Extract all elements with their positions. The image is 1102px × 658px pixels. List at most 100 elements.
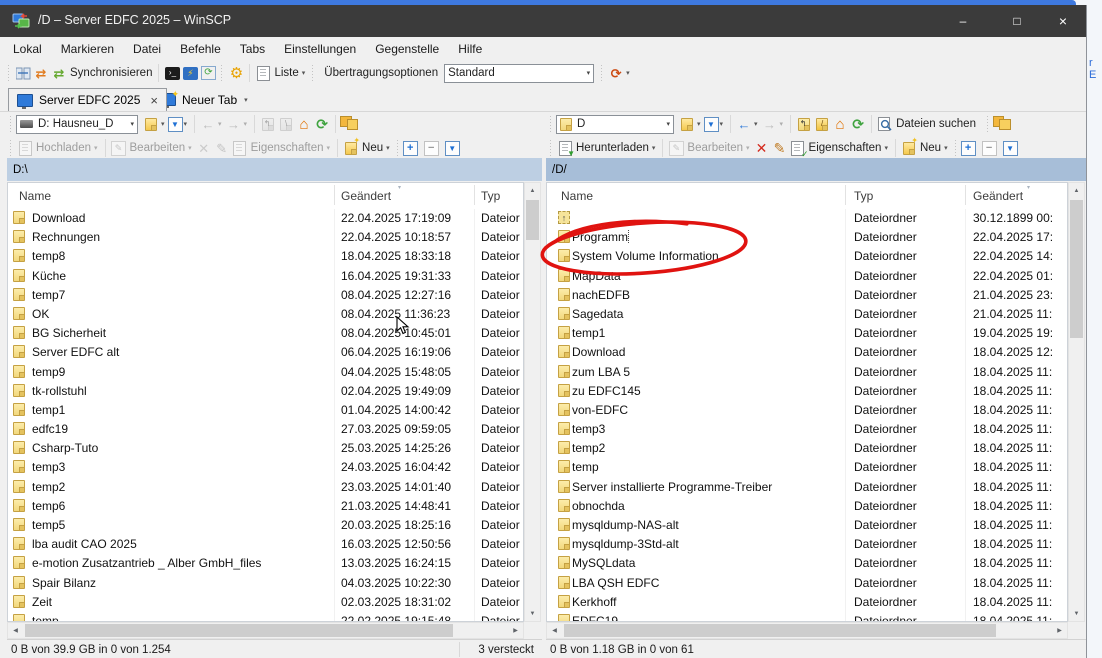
sync-browsing-icon[interactable]: ⇄ bbox=[32, 64, 50, 82]
toolbar-grip[interactable] bbox=[311, 65, 315, 81]
file-row[interactable]: EDFC19Dateiordner18.04.2025 11: bbox=[547, 612, 1067, 621]
download-icon[interactable]: ▼ bbox=[556, 139, 574, 157]
right-path-bar[interactable]: /D/ bbox=[546, 158, 1086, 181]
select-add-icon[interactable]: + bbox=[961, 141, 976, 156]
file-row[interactable]: lba audit CAO 202516.03.2025 12:50:56Dat… bbox=[8, 535, 523, 554]
toolbar-grip[interactable] bbox=[986, 116, 990, 132]
tab-close-icon[interactable]: × bbox=[150, 93, 158, 108]
toolbar-grip[interactable] bbox=[7, 65, 11, 81]
file-row[interactable]: temp3Dateiordner18.04.2025 11: bbox=[547, 420, 1067, 439]
refresh-icon[interactable]: ⟳ bbox=[849, 115, 867, 133]
column-header-name[interactable]: Name bbox=[561, 189, 593, 203]
select-remove-icon[interactable]: − bbox=[424, 141, 439, 156]
forward-icon[interactable]: → bbox=[761, 115, 779, 133]
file-row[interactable]: zu EDFC145Dateiordner18.04.2025 11: bbox=[547, 382, 1067, 401]
file-row[interactable]: obnochdaDateiordner18.04.2025 11: bbox=[547, 497, 1067, 516]
preferences-gear-icon[interactable]: ⚙ bbox=[227, 64, 245, 82]
delete-icon[interactable]: ✕ bbox=[195, 139, 213, 157]
console-icon[interactable]: ›_ bbox=[163, 64, 181, 82]
edit-button[interactable]: Bearbeiten bbox=[687, 142, 743, 154]
root-directory-icon[interactable]: / bbox=[813, 115, 831, 133]
back-icon[interactable]: ← bbox=[199, 115, 217, 133]
toolbar-grip[interactable] bbox=[9, 116, 13, 132]
edit-icon[interactable]: ✎ bbox=[667, 139, 685, 157]
download-button[interactable]: Herunterladen bbox=[576, 142, 649, 154]
close-button[interactable]: × bbox=[1040, 5, 1086, 37]
file-row[interactable]: SagedataDateiordner21.04.2025 11: bbox=[547, 305, 1067, 324]
file-row[interactable]: temp223.03.2025 14:01:40Dateior bbox=[8, 478, 523, 497]
find-files-icon[interactable] bbox=[876, 115, 894, 133]
file-row[interactable]: Küche16.04.2025 19:31:33Dateior bbox=[8, 267, 523, 286]
synchronize-icon[interactable]: ⇄ bbox=[50, 64, 68, 82]
right-drive-combobox[interactable]: D ▾ bbox=[556, 115, 674, 134]
file-row[interactable]: temp904.04.2025 15:48:05Dateior bbox=[8, 363, 523, 382]
toolbar-grip[interactable] bbox=[549, 140, 553, 156]
menu-lokal[interactable]: Lokal bbox=[13, 42, 42, 56]
upload-button[interactable]: Hochladen bbox=[36, 142, 91, 154]
liste-dropdown[interactable]: Liste bbox=[274, 67, 298, 79]
new-icon[interactable]: ✦ bbox=[342, 139, 360, 157]
select-remove-icon[interactable]: − bbox=[982, 141, 997, 156]
properties-button[interactable]: Eigenschaften bbox=[251, 142, 324, 154]
file-row[interactable]: edfc1927.03.2025 09:59:05Dateior bbox=[8, 420, 523, 439]
new-icon[interactable]: ✦ bbox=[900, 139, 918, 157]
synchronize-button[interactable]: Synchronisieren bbox=[70, 67, 152, 79]
open-directory-icon[interactable] bbox=[678, 115, 696, 133]
find-files-button[interactable]: Dateien suchen bbox=[896, 118, 976, 130]
menu-gegenstelle[interactable]: Gegenstelle bbox=[375, 42, 439, 56]
forward-icon[interactable]: → bbox=[225, 115, 243, 133]
upload-icon[interactable] bbox=[16, 139, 34, 157]
file-row[interactable]: MapDataDateiordner22.04.2025 01: bbox=[547, 267, 1067, 286]
file-row[interactable]: zum LBA 5Dateiordner18.04.2025 11: bbox=[547, 363, 1067, 382]
new-button[interactable]: Neu bbox=[362, 142, 383, 154]
back-icon[interactable]: ← bbox=[735, 115, 753, 133]
edit-icon[interactable]: ✎ bbox=[110, 139, 128, 157]
menu-einstellungen[interactable]: Einstellungen bbox=[284, 42, 356, 56]
menu-tabs[interactable]: Tabs bbox=[240, 42, 265, 56]
file-row[interactable]: mysqldump-3Std-altDateiordner18.04.2025 … bbox=[547, 535, 1067, 554]
column-header-type[interactable]: Typ bbox=[854, 189, 873, 203]
file-row[interactable]: Download22.04.2025 17:19:09Dateior bbox=[8, 209, 523, 228]
file-row[interactable]: ProgrammDateiordner22.04.2025 17: bbox=[547, 228, 1067, 247]
right-horizontal-scrollbar[interactable]: ◀ ▶ bbox=[546, 622, 1068, 639]
file-row[interactable]: Server installierte Programme-TreiberDat… bbox=[547, 478, 1067, 497]
file-row[interactable]: System Volume InformationDateiordner22.0… bbox=[547, 247, 1067, 266]
file-row[interactable]: Rechnungen22.04.2025 10:18:57Dateior bbox=[8, 228, 523, 247]
edit-button[interactable]: Bearbeiten bbox=[130, 142, 186, 154]
properties-button[interactable]: Eigenschaften bbox=[809, 142, 882, 154]
home-directory-icon[interactable]: ⌂ bbox=[295, 115, 313, 133]
file-row[interactable]: temp818.04.2025 18:33:18Dateior bbox=[8, 247, 523, 266]
column-header-name[interactable]: Name bbox=[19, 189, 51, 203]
toolbar-grip[interactable] bbox=[9, 140, 13, 156]
left-drive-combobox[interactable]: D: Hausneu_D ▾ bbox=[16, 115, 138, 134]
file-row[interactable]: temp2Dateiordner18.04.2025 11: bbox=[547, 439, 1067, 458]
column-header-modified[interactable]: Geändert bbox=[341, 189, 391, 203]
file-row[interactable]: temp621.03.2025 14:48:41Dateior bbox=[8, 497, 523, 516]
file-row[interactable]: tempDateiordner18.04.2025 11: bbox=[547, 458, 1067, 477]
file-row[interactable]: ↑Dateiordner30.12.1899 00: bbox=[547, 209, 1067, 228]
maximize-button[interactable]: □ bbox=[994, 5, 1040, 37]
left-horizontal-scrollbar[interactable]: ◀ ▶ bbox=[7, 622, 524, 639]
file-row[interactable]: Zeit02.03.2025 18:31:02Dateior bbox=[8, 593, 523, 612]
file-row[interactable]: temp324.03.2025 16:04:42Dateior bbox=[8, 458, 523, 477]
home-directory-icon[interactable]: ⌂ bbox=[831, 115, 849, 133]
parent-directory-icon[interactable]: ↰ bbox=[259, 115, 277, 133]
toolbar-grip[interactable] bbox=[396, 140, 400, 156]
open-directory-icon[interactable] bbox=[142, 115, 160, 133]
minimize-button[interactable]: – bbox=[940, 5, 986, 37]
toolbar-grip[interactable] bbox=[600, 65, 604, 81]
directory-tree-icon[interactable] bbox=[993, 115, 1011, 133]
file-row[interactable]: Spair Bilanz04.03.2025 10:22:30Dateior bbox=[8, 574, 523, 593]
column-header-type[interactable]: Typ bbox=[481, 189, 500, 203]
toolbar-grip[interactable] bbox=[220, 65, 224, 81]
rename-icon[interactable]: ✎ bbox=[213, 139, 231, 157]
parent-directory-icon[interactable]: ↰ bbox=[795, 115, 813, 133]
file-row[interactable]: temp708.04.2025 12:27:16Dateior bbox=[8, 286, 523, 305]
transfer-settings-icon[interactable]: ⟳ bbox=[607, 64, 625, 82]
file-row[interactable]: temp22.02.2025 19:15:48Dateior bbox=[8, 612, 523, 621]
file-row[interactable]: mysqldump-NAS-altDateiordner18.04.2025 1… bbox=[547, 516, 1067, 535]
menu-markieren[interactable]: Markieren bbox=[61, 42, 114, 56]
column-header-modified[interactable]: Geändert bbox=[973, 189, 1023, 203]
file-row[interactable]: nachEDFBDateiordner21.04.2025 23: bbox=[547, 286, 1067, 305]
file-row[interactable]: DownloadDateiordner18.04.2025 12: bbox=[547, 343, 1067, 362]
